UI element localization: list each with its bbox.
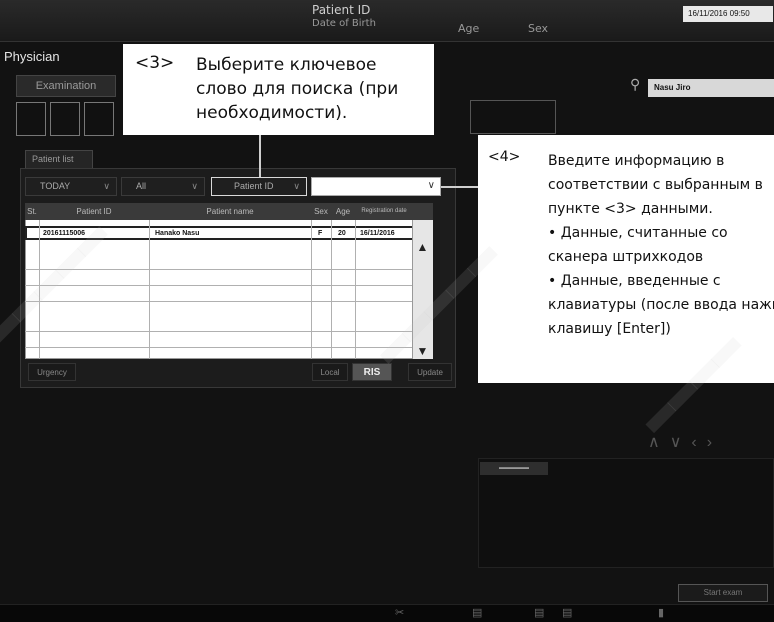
col-patient-name[interactable]: Patient name [149, 203, 311, 220]
physician-label: Physician [4, 49, 60, 64]
right-panel-tab[interactable]: ▬▬▬▬▬ [480, 462, 548, 475]
callout-4-line: соответствии с выбранным в [548, 177, 763, 193]
local-button[interactable]: Local [312, 363, 348, 381]
callout-4-line: клавиатуры (после ввода нажмите [548, 297, 774, 313]
datetime-display: 16/11/2016 09:50 [683, 6, 773, 22]
exam-slot-3[interactable] [84, 102, 114, 136]
leader-line [259, 169, 261, 177]
col-patient-id[interactable]: Patient ID [39, 203, 149, 220]
chevron-down-icon: ∨ [293, 181, 300, 191]
tab-patient-list[interactable]: Patient list [25, 150, 93, 168]
urgency-button[interactable]: Urgency [28, 363, 76, 381]
day-filter-value: TODAY [40, 181, 71, 191]
trash-icon[interactable]: ▮ [658, 606, 664, 619]
column-divider [331, 220, 332, 359]
callout-4-line: Введите информацию в [548, 153, 725, 169]
dob-label: Date of Birth [312, 18, 376, 29]
search-key-select[interactable]: Patient ID ∨ [211, 177, 307, 196]
cell-sex: F [318, 230, 323, 237]
leader-line [259, 135, 261, 170]
day-filter-select[interactable]: TODAY ∨ [25, 177, 117, 196]
col-sex[interactable]: Sex [311, 203, 331, 220]
col-status: St. [27, 207, 37, 216]
document-icon[interactable]: ▤ [534, 606, 544, 619]
update-button[interactable]: Update [408, 363, 452, 381]
callout-3-number: <3> [135, 53, 175, 73]
callout-4-line: пункте <3> данными. [548, 201, 713, 217]
table-row[interactable] [25, 272, 433, 286]
callout-4-line: клавишу [Enter]) [548, 321, 671, 337]
navigation-arrows-icon[interactable]: ∧∨‹› [648, 432, 722, 452]
start-exam-button[interactable]: Start exam [678, 584, 768, 602]
col-age[interactable]: Age [331, 203, 355, 220]
callout-step-3: <3> Выберите ключевое слово для поиска (… [123, 44, 434, 135]
cell-age: 20 [338, 230, 346, 237]
ris-button[interactable]: RIS [352, 363, 392, 381]
table-row[interactable] [25, 288, 433, 302]
callout-3-text: Выберите ключевое слово для поиска (при … [196, 55, 399, 123]
column-divider [149, 220, 150, 359]
patient-id-label: Patient ID [312, 3, 371, 17]
header-bar: Patient ID Date of Birth Age Sex 16/11/2… [0, 0, 774, 42]
cell-registration-date: 16/11/2016 [360, 230, 395, 237]
table-row[interactable] [25, 256, 433, 270]
tool-icon[interactable]: ✂ [395, 606, 404, 619]
document-icon[interactable]: ▤ [472, 606, 482, 619]
exam-slot-1[interactable] [16, 102, 46, 136]
leader-line [441, 186, 478, 188]
callout-4-number: <4> [488, 149, 521, 165]
user-icon: ⚲ [630, 76, 641, 92]
column-divider [311, 220, 312, 359]
callout-4-line: • Данные, введенные с [548, 273, 721, 289]
col-registration-date[interactable]: Registration date [355, 203, 413, 220]
document-icon[interactable]: ▤ [562, 606, 572, 619]
exam-slot-2[interactable] [50, 102, 80, 136]
search-input[interactable]: ∨ [311, 177, 441, 196]
search-key-value: Patient ID [234, 181, 274, 191]
right-slot-box[interactable] [470, 100, 556, 134]
sex-label: Sex [528, 22, 549, 35]
app-screen: Patient ID Date of Birth Age Sex 16/11/2… [0, 0, 774, 622]
cell-patient-name: Hanako Nasu [155, 230, 200, 237]
user-name-display: Nasu Jiro [648, 79, 774, 97]
column-divider [355, 220, 356, 359]
chevron-down-icon: ∨ [427, 180, 435, 191]
callout-4-text: Введите информацию в соответствии с выбр… [548, 149, 774, 341]
scope-filter-select[interactable]: All ∨ [121, 177, 205, 196]
scroll-up-icon[interactable]: ▲ [412, 240, 433, 254]
chevron-down-icon: ∨ [103, 181, 110, 191]
scroll-down-icon[interactable]: ▼ [412, 344, 433, 358]
chevron-down-icon: ∨ [191, 181, 198, 191]
callout-4-line: сканера штрихкодов [548, 249, 704, 265]
age-label: Age [458, 22, 480, 35]
scope-filter-value: All [136, 181, 147, 191]
tab-examination[interactable]: Examination [16, 75, 116, 97]
callout-4-line: • Данные, считанные со [548, 225, 728, 241]
